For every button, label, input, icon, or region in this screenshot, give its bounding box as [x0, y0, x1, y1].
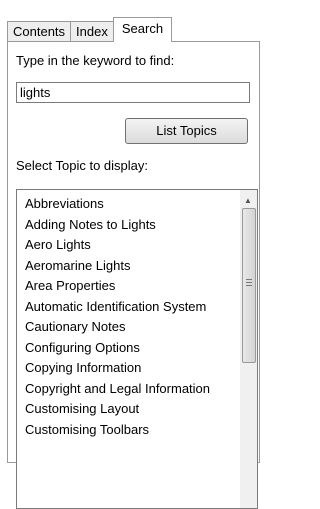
- topic-list[interactable]: Abbreviations Adding Notes to Lights Aer…: [16, 189, 258, 509]
- scrollbar-thumb[interactable]: [242, 208, 256, 363]
- list-item[interactable]: Aero Lights: [25, 235, 230, 256]
- list-item[interactable]: Copyright and Legal Information: [25, 379, 230, 400]
- topic-items: Abbreviations Adding Notes to Lights Aer…: [25, 194, 230, 440]
- list-item[interactable]: Copying Information: [25, 358, 230, 379]
- list-item[interactable]: Abbreviations: [25, 194, 230, 215]
- search-panel: Type in the keyword to find: List Topics…: [7, 41, 260, 509]
- list-item[interactable]: Automatic Identification System: [25, 297, 230, 318]
- list-item[interactable]: Area Properties: [25, 276, 230, 297]
- list-item[interactable]: Customising Toolbars: [25, 420, 230, 441]
- select-topic-label: Select Topic to display:: [16, 158, 148, 173]
- list-item[interactable]: Aeromarine Lights: [25, 256, 230, 277]
- tab-search[interactable]: Search: [112, 17, 173, 42]
- keyword-input[interactable]: [16, 82, 250, 103]
- keyword-prompt-label: Type in the keyword to find:: [16, 53, 175, 68]
- list-item[interactable]: Cautionary Notes: [25, 317, 230, 338]
- vertical-scrollbar[interactable]: ▲: [240, 190, 257, 508]
- list-item[interactable]: Configuring Options: [25, 338, 230, 359]
- list-item[interactable]: Customising Layout: [25, 399, 230, 420]
- tab-strip: Contents Index Search: [7, 16, 173, 42]
- tab-contents[interactable]: Contents: [7, 21, 72, 42]
- list-topics-button[interactable]: List Topics: [125, 118, 248, 144]
- grip-icon: [246, 279, 252, 280]
- tab-index[interactable]: Index: [70, 21, 114, 42]
- list-item[interactable]: Adding Notes to Lights: [25, 215, 230, 236]
- scroll-up-arrow-icon[interactable]: ▲: [244, 196, 252, 205]
